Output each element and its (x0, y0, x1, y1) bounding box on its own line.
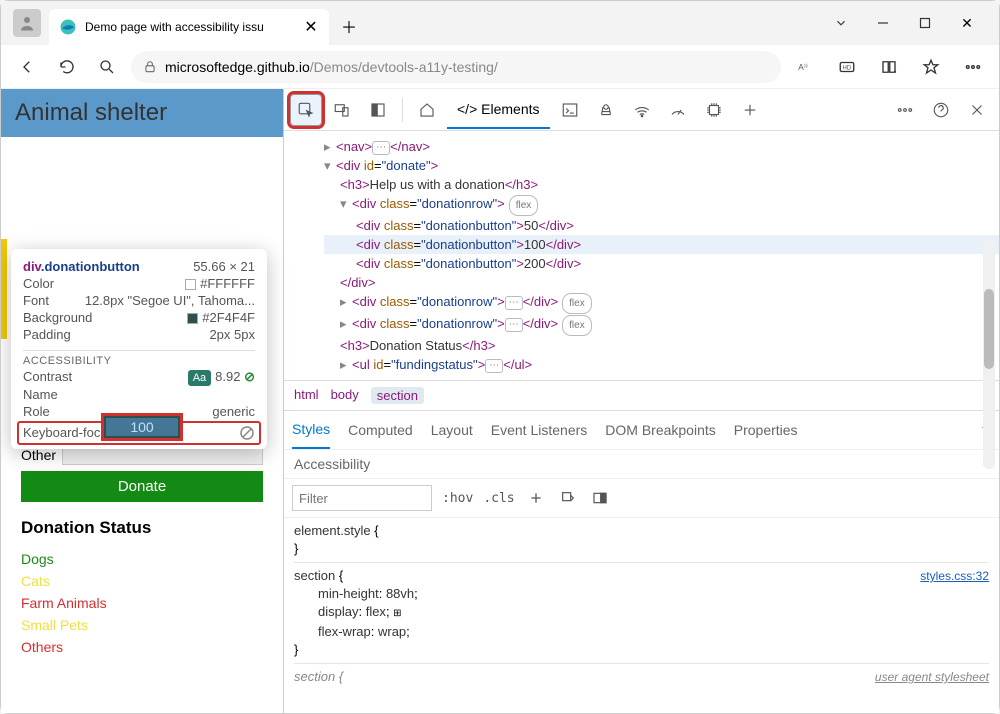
tab-close-icon[interactable]: ✕ (303, 19, 319, 35)
page-title: Animal shelter (1, 89, 283, 137)
inspect-element-button[interactable] (290, 94, 322, 126)
console-tab-icon[interactable] (554, 94, 586, 126)
devtools-more-icon[interactable] (889, 94, 921, 126)
profile-avatar[interactable] (13, 9, 41, 37)
devtools-scrollbar[interactable] (983, 239, 995, 469)
donate-button[interactable]: Donate (21, 471, 263, 502)
styles-filter-input[interactable] (292, 485, 432, 511)
list-item: Others (21, 636, 263, 658)
not-focusable-icon (239, 425, 255, 441)
browser-tab[interactable]: Demo page with accessibility issu ✕ (49, 9, 329, 45)
caret-down-icon[interactable] (831, 13, 851, 33)
tab-layout[interactable]: Layout (431, 412, 473, 448)
tab-properties[interactable]: Properties (734, 412, 798, 448)
devtools-panel: </> Elements ▸<nav>⋯</nav> ▾<div id="don… (283, 89, 999, 713)
tab-title: Demo page with accessibility issu (85, 20, 303, 34)
devtools-close-icon[interactable] (961, 94, 993, 126)
tab-computed[interactable]: Computed (348, 412, 413, 448)
device-toggle-button[interactable] (326, 94, 358, 126)
window-titlebar: Demo page with accessibility issu ✕ ＋ ✕ (1, 1, 999, 45)
tab-event-listeners[interactable]: Event Listeners (491, 412, 588, 448)
read-aloud-icon[interactable]: A⁾⁾ (789, 51, 821, 83)
svg-text:A⁾⁾: A⁾⁾ (798, 63, 808, 72)
new-tab-button[interactable]: ＋ (333, 10, 365, 42)
list-item: Dogs (21, 548, 263, 570)
help-icon[interactable] (925, 94, 957, 126)
sidebar-strip (1, 239, 7, 339)
donation-status-heading: Donation Status (21, 518, 263, 538)
svg-text:HD: HD (843, 65, 852, 71)
rendering-icon[interactable] (557, 487, 579, 509)
dom-tree[interactable]: ▸<nav>⋯</nav> ▾<div id="donate"> <h3>Hel… (284, 131, 999, 380)
hov-toggle[interactable]: :hov (442, 491, 473, 506)
computed-toggle-icon[interactable] (589, 487, 611, 509)
memory-tab-icon[interactable] (698, 94, 730, 126)
other-label: Other (21, 447, 56, 463)
donation-button-100[interactable]: 100 (103, 415, 181, 439)
list-item: Small Pets (21, 614, 263, 636)
more-icon[interactable] (957, 51, 989, 83)
url-text: microsoftedge.github.io/Demos/devtools-a… (165, 59, 769, 75)
hd-icon[interactable]: HD (831, 51, 863, 83)
elements-tab[interactable]: </> Elements (447, 91, 550, 129)
page-preview: Animal shelter div.donationbutton 55.66 … (1, 89, 283, 713)
css-rules[interactable]: element.style {} styles.css:32 section {… (284, 518, 999, 694)
new-rule-icon[interactable] (525, 487, 547, 509)
minimize-button[interactable] (873, 13, 893, 33)
source-link[interactable]: styles.css:32 (920, 567, 989, 585)
reader-icon[interactable] (873, 51, 905, 83)
close-window-button[interactable]: ✕ (957, 13, 977, 33)
network-tab-icon[interactable] (626, 94, 658, 126)
list-item: Cats (21, 570, 263, 592)
styles-pane: Styles Computed Layout Event Listeners D… (284, 410, 999, 694)
browser-navbar: microsoftedge.github.io/Demos/devtools-a… (1, 45, 999, 89)
dom-breadcrumb[interactable]: html body section (284, 380, 999, 410)
refresh-button[interactable] (51, 51, 83, 83)
back-button[interactable] (11, 51, 43, 83)
list-item: Farm Animals (21, 592, 263, 614)
cls-toggle[interactable]: .cls (483, 491, 514, 506)
url-bar[interactable]: microsoftedge.github.io/Demos/devtools-a… (131, 51, 781, 83)
maximize-button[interactable] (915, 13, 935, 33)
search-button[interactable] (91, 51, 123, 83)
dock-side-button[interactable] (362, 94, 394, 126)
funding-status-list: Dogs Cats Farm Animals Small Pets Others (21, 548, 263, 658)
more-tabs-button[interactable] (734, 94, 766, 126)
sources-tab-icon[interactable] (590, 94, 622, 126)
tab-styles[interactable]: Styles (292, 411, 330, 449)
welcome-tab-icon[interactable] (411, 94, 443, 126)
devtools-toolbar: </> Elements (284, 89, 999, 131)
accessibility-label[interactable]: Accessibility (284, 450, 999, 479)
performance-tab-icon[interactable] (662, 94, 694, 126)
favorite-icon[interactable] (915, 51, 947, 83)
lock-icon (143, 60, 157, 74)
selected-dom-node: <div class="donationbutton">100</div> (324, 235, 999, 254)
edge-favicon-icon (59, 18, 77, 36)
tab-dom-breakpoints[interactable]: DOM Breakpoints (605, 412, 715, 448)
